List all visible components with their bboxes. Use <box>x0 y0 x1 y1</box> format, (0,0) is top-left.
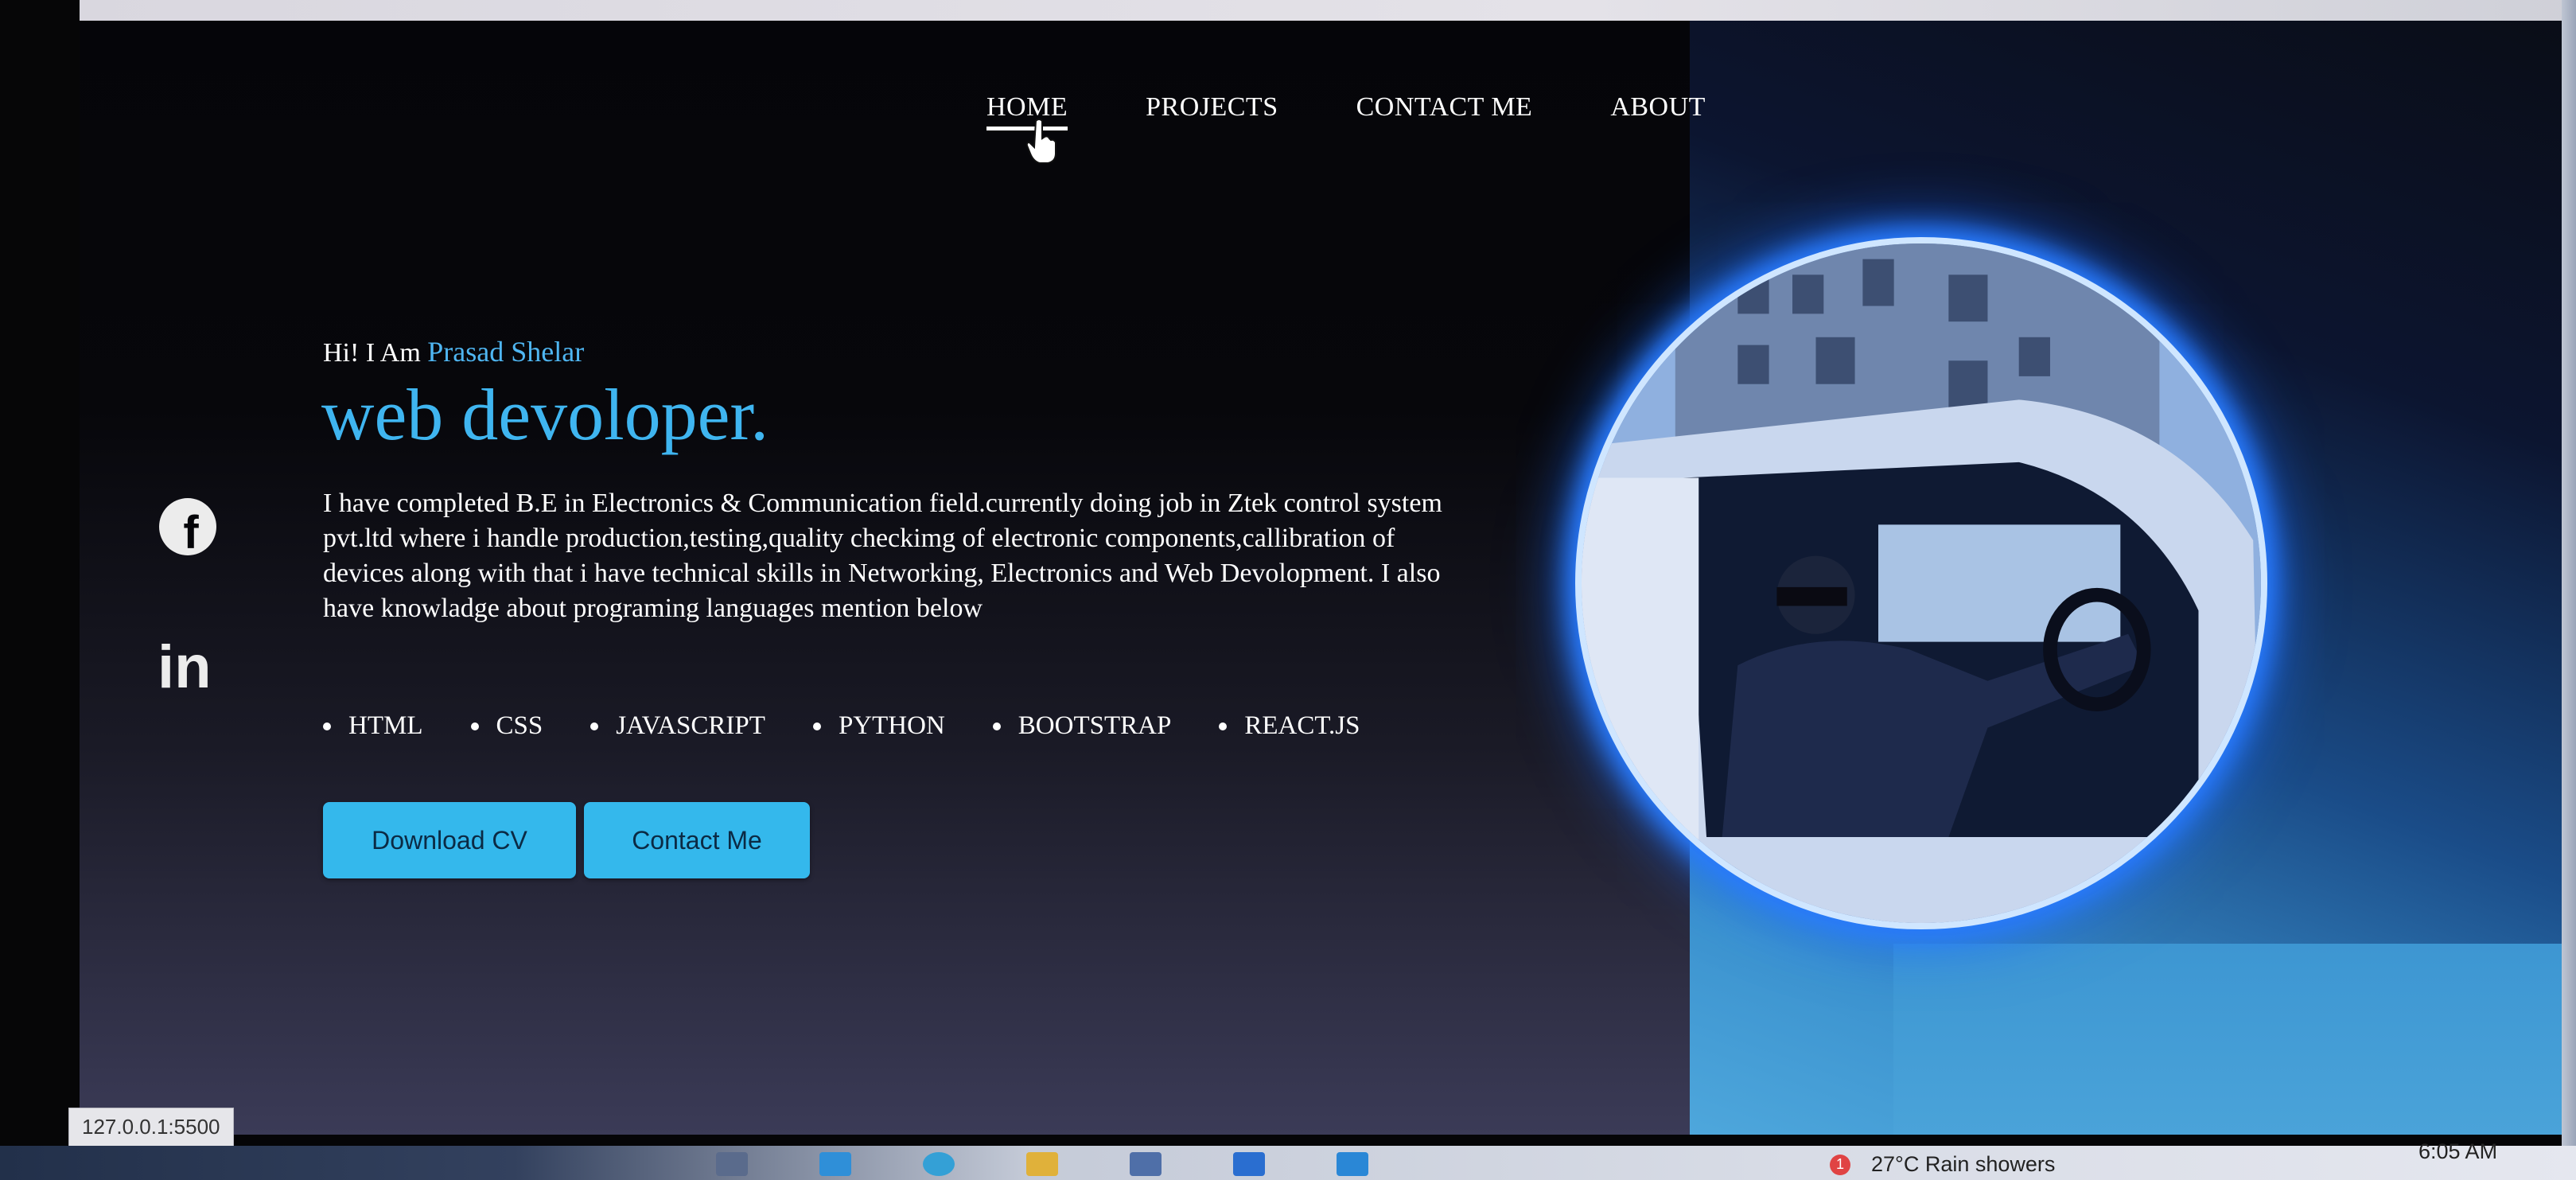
greeting: Hi! I Am Prasad Shelar <box>323 335 584 368</box>
monitor-bezel-right <box>2562 0 2576 1180</box>
skill-item: REACT.JS <box>1219 711 1360 741</box>
edge-icon[interactable] <box>819 1152 851 1176</box>
main-nav: HOME PROJECTS CONTACT ME ABOUT <box>986 92 1706 130</box>
skill-item: CSS <box>470 711 543 741</box>
download-cv-button[interactable]: Download CV <box>323 802 576 878</box>
skill-item: JAVASCRIPT <box>590 711 765 741</box>
notification-badge[interactable]: 1 <box>1830 1154 1850 1175</box>
nav-about[interactable]: ABOUT <box>1610 92 1706 130</box>
vscode-icon[interactable] <box>1337 1152 1368 1176</box>
taskbar-app-icon[interactable] <box>716 1152 748 1176</box>
nav-projects[interactable]: PROJECTS <box>1146 92 1278 130</box>
greeting-prefix: Hi! I Am <box>323 338 421 368</box>
bio-paragraph: I have completed B.E in Electronics & Co… <box>323 489 1442 623</box>
outlook-icon[interactable] <box>1233 1152 1265 1176</box>
skill-item: PYTHON <box>812 711 945 741</box>
system-tray: 1 27°C Rain showers <box>1830 1152 2055 1177</box>
hand-cursor-icon <box>1025 119 1056 164</box>
store-icon[interactable] <box>1130 1152 1162 1176</box>
skill-item: BOOTSTRAP <box>992 711 1171 741</box>
clock[interactable]: 6:05 AM <box>2418 1139 2497 1164</box>
nav-contact-me[interactable]: CONTACT ME <box>1356 92 1533 130</box>
linkedin-icon[interactable]: in <box>158 637 212 698</box>
contact-me-button[interactable]: Contact Me <box>584 802 810 878</box>
skills-list: HTML CSS JAVASCRIPT PYTHON BOOTSTRAP REA… <box>323 711 1360 741</box>
monitor-bezel-left <box>0 0 80 1180</box>
right-lower-panel <box>1893 944 2565 1135</box>
chrome-icon[interactable] <box>923 1152 955 1176</box>
facebook-icon[interactable]: f <box>159 498 216 559</box>
skill-item: HTML <box>323 711 423 741</box>
developer-name: Prasad Shelar <box>427 336 585 368</box>
weather-status[interactable]: 27°C Rain showers <box>1871 1152 2055 1177</box>
status-url: 127.0.0.1:5500 <box>68 1108 234 1147</box>
headline: web devoloper. <box>321 374 769 455</box>
taskbar-apps <box>716 1152 1368 1176</box>
profile-photo <box>1575 237 2267 929</box>
folder-icon[interactable] <box>1026 1152 1058 1176</box>
portfolio-page: HOME PROJECTS CONTACT ME ABOUT Hi! I Am … <box>80 21 2565 1135</box>
